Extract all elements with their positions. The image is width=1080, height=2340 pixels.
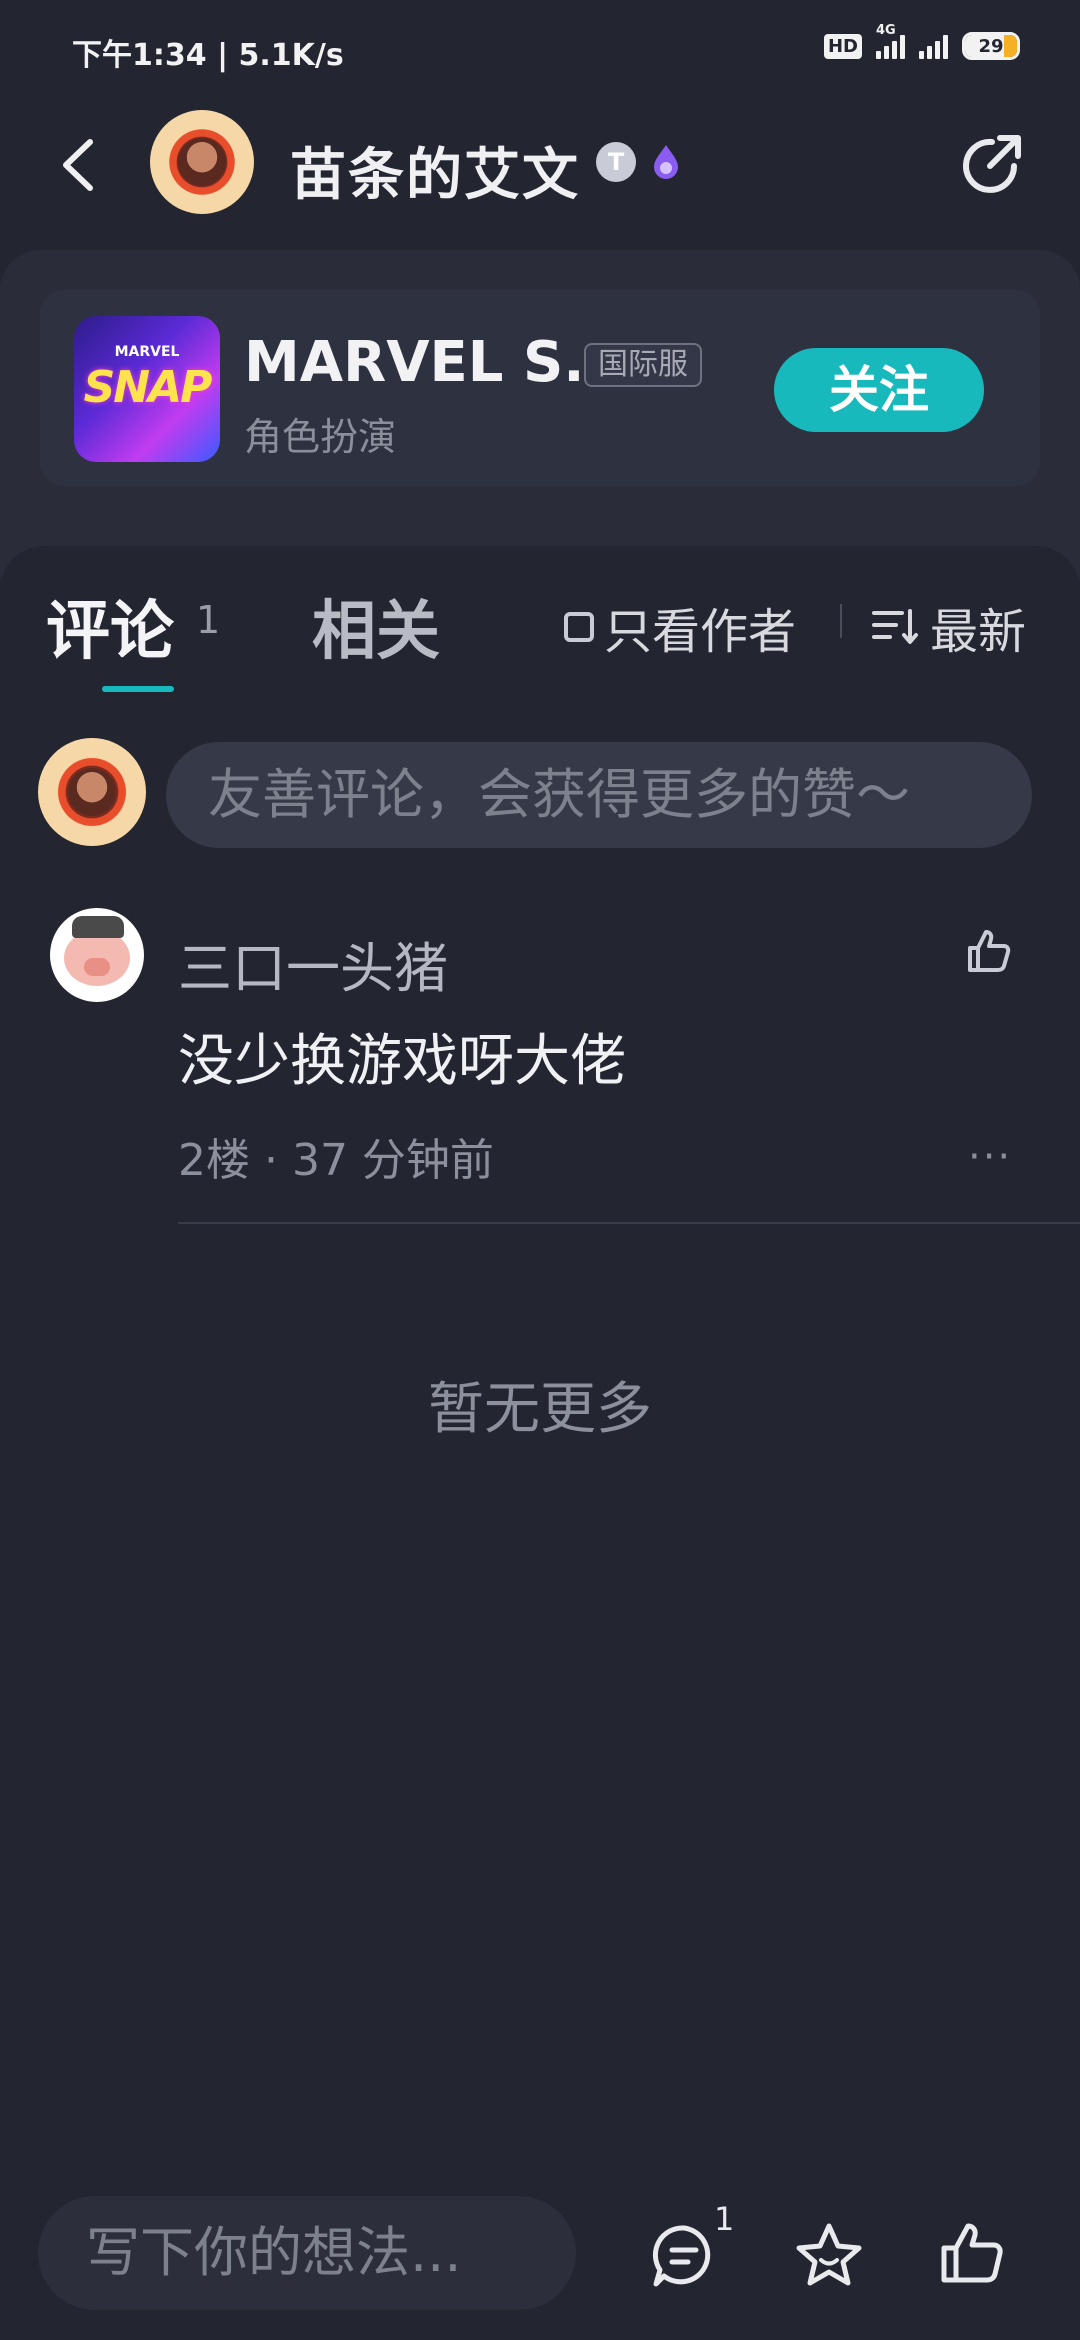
comment-meta: 2楼 · 37 分钟前 <box>178 1135 494 1186</box>
sort-icon <box>872 609 918 644</box>
comment-more-button[interactable]: ··· <box>968 1134 1012 1180</box>
share-button[interactable] <box>956 130 1026 200</box>
comments-count: 1 <box>196 598 221 642</box>
tab-comments[interactable]: 评论 <box>46 580 174 672</box>
comment-divider <box>178 1222 1080 1224</box>
like-button[interactable] <box>938 2218 1008 2288</box>
battery-icon: 29 <box>962 32 1020 60</box>
checkbox-icon <box>564 612 594 642</box>
only-author-label: 只看作者 <box>604 604 797 660</box>
region-tag: 国际服 <box>584 343 702 387</box>
status-time: 下午1:34 | 5.1K/s <box>72 38 344 73</box>
tab-related[interactable]: 相关 <box>312 580 440 672</box>
status-icons: HD 4G 29 <box>823 23 1020 60</box>
commenter-name[interactable]: 三口一头猪 <box>178 924 448 1003</box>
back-button[interactable] <box>52 130 112 200</box>
my-avatar <box>38 738 146 846</box>
comments-count-badge: 1 <box>714 2200 735 2238</box>
back-icon <box>63 139 93 191</box>
tab-active-indicator <box>102 686 174 692</box>
thumbs-up-icon <box>941 2223 1003 2283</box>
rank-badge-icon <box>646 142 686 182</box>
sort-label: 最新 <box>930 604 1027 660</box>
no-more-text: 暂无更多 <box>428 1377 652 1442</box>
game-genre: 角色扮演 <box>244 415 397 459</box>
author-name[interactable]: 苗条的艾文 <box>290 130 580 211</box>
comment-input[interactable]: 友善评论，会获得更多的赞～ <box>166 742 1032 848</box>
comment-bubble-icon <box>652 2225 711 2287</box>
write-comment-input[interactable]: 写下你的想法... <box>38 2196 576 2310</box>
comment-like-button[interactable] <box>964 926 1014 976</box>
game-icon[interactable]: MARVEL SNAP <box>74 316 220 462</box>
thumbs-up-icon <box>968 930 1011 972</box>
only-author-toggle[interactable]: 只看作者 <box>564 592 796 662</box>
comment-text: 没少换游戏呀大佬 <box>178 1029 626 1094</box>
author-avatar[interactable] <box>150 110 254 214</box>
hd-icon: HD <box>823 33 862 59</box>
follow-button[interactable]: 关注 <box>774 348 984 432</box>
comments-button[interactable] <box>650 2222 718 2290</box>
signal-4g-icon: 4G <box>876 23 905 59</box>
signal-icon <box>919 33 948 59</box>
sort-button[interactable]: 最新 <box>872 592 1026 662</box>
star-icon <box>796 2223 862 2286</box>
favorite-button[interactable] <box>794 2220 864 2290</box>
share-icon <box>963 135 1021 193</box>
game-title[interactable]: MARVEL S... <box>244 330 627 395</box>
level-badge: T <box>596 142 636 182</box>
divider <box>840 604 842 638</box>
commenter-avatar[interactable] <box>50 908 144 1002</box>
